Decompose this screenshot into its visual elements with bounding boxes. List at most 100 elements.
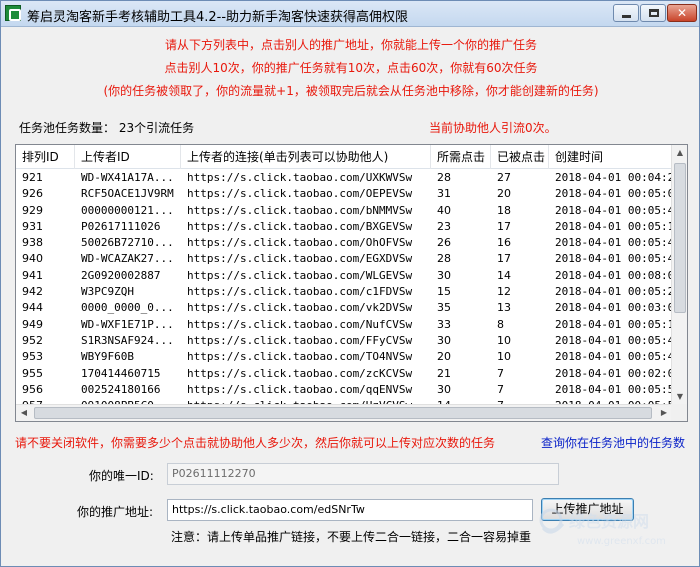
cell-uploader-link[interactable]: https://s.click.taobao.com/TO4NVSw bbox=[181, 349, 431, 365]
table-row[interactable]: 941 2G0920002887 https://s.click.taobao.co… bbox=[16, 268, 672, 284]
cell-clicked: 18 bbox=[497, 203, 511, 217]
scroll-down-icon[interactable]: ▼ bbox=[672, 389, 687, 405]
cell-required-clicks: 31 bbox=[437, 187, 451, 201]
cell-sort-id: 956 bbox=[22, 382, 43, 396]
cell-uploader-link[interactable]: https://s.click.taobao.com/bNMMVSw bbox=[181, 203, 431, 219]
cell-uploader-link[interactable]: https://s.click.taobao.com/BXGEVSw bbox=[181, 219, 431, 235]
cell-uploader-id: WD-WXF1E71P... bbox=[81, 317, 174, 331]
cell-uploader-link[interactable]: https://s.click.taobao.com/FFyCVSw bbox=[181, 333, 431, 349]
upload-url-button[interactable]: 上传推广地址 bbox=[541, 498, 634, 521]
table-row[interactable]: 956 002524180166 https://s.click.taobao.co… bbox=[16, 382, 672, 398]
title-bar[interactable]: 筹启灵淘客新手考核辅助工具4.2--助力新手淘客快速获得高佣权限 ✕ bbox=[1, 1, 699, 27]
cell-clicked: 17 bbox=[497, 252, 511, 266]
header-uploader-id[interactable]: 上传者ID bbox=[75, 145, 181, 169]
table-row[interactable]: 953 WBY9F60B https://s.click.taobao.com/TO… bbox=[16, 349, 672, 365]
cell-created-time: 2018-04-01 00:05:49 bbox=[555, 350, 672, 364]
cell-required-clicks: 23 bbox=[437, 219, 451, 233]
app-icon bbox=[5, 5, 21, 21]
notice-line-3: (你的任务被领取了，你的流量就+1，被领取完后就会从任务池中移除，你才能创建新的… bbox=[103, 84, 599, 98]
cell-uploader-link[interactable]: https://s.click.taobao.com/OhOFVSw bbox=[181, 235, 431, 251]
cell-uploader-id: 50026B72710... bbox=[81, 236, 174, 250]
table-header: 排列ID 上传者ID 上传者的连接(单击列表可以协助他人) 所需点击 已被点击 … bbox=[16, 145, 672, 169]
cell-required-clicks: 30 bbox=[437, 382, 451, 396]
cell-clicked: 7 bbox=[497, 366, 504, 380]
cell-required-clicks: 28 bbox=[437, 252, 451, 266]
horizontal-scrollbar[interactable]: ◀ ▶ bbox=[16, 404, 672, 421]
cell-clicked: 27 bbox=[497, 171, 511, 184]
cell-clicked: 7 bbox=[497, 382, 504, 396]
cell-uploader-link[interactable]: https://s.click.taobao.com/WLGEVSw bbox=[181, 268, 431, 284]
task-list-table[interactable]: 排列ID 上传者ID 上传者的连接(单击列表可以协助他人) 所需点击 已被点击 … bbox=[15, 144, 688, 422]
cell-uploader-id: S1R3NSAF924... bbox=[81, 333, 174, 347]
maximize-button[interactable] bbox=[640, 4, 666, 22]
table-row[interactable]: 929 00000000121... https://s.click.taobao.… bbox=[16, 203, 672, 219]
cell-sort-id: 942 bbox=[22, 285, 43, 299]
cell-created-time: 2018-04-01 00:03:09 bbox=[555, 301, 672, 315]
table-row[interactable]: 921 WD-WX41A17A... https://s.click.taobao.… bbox=[16, 170, 672, 186]
close-icon: ✕ bbox=[676, 6, 688, 20]
cell-required-clicks: 30 bbox=[437, 333, 451, 347]
cell-uploader-link[interactable]: https://s.click.taobao.com/c1FDVSw bbox=[181, 284, 431, 300]
cell-required-clicks: 30 bbox=[437, 268, 451, 282]
cell-uploader-link[interactable]: https://s.click.taobao.com/qqENVSw bbox=[181, 382, 431, 398]
header-uploader-link[interactable]: 上传者的连接(单击列表可以协助他人) bbox=[181, 145, 431, 169]
table-body: 921 WD-WX41A17A... https://s.click.taobao.… bbox=[16, 170, 672, 405]
notice-line-2: 点击别人10次，你的推广任务就有10次，点击60次，你就有60次任务 bbox=[164, 61, 538, 75]
close-button[interactable]: ✕ bbox=[667, 4, 697, 22]
scroll-left-icon[interactable]: ◀ bbox=[16, 405, 32, 421]
cell-created-time: 2018-04-01 00:05:50 bbox=[555, 382, 672, 396]
cell-uploader-id: 170414460715 bbox=[81, 366, 161, 380]
cell-created-time: 2018-04-01 00:02:03 bbox=[555, 366, 672, 380]
table-row[interactable]: 938 50026B72710... https://s.click.taobao.… bbox=[16, 235, 672, 251]
table-row[interactable]: 952 S1R3NSAF924... https://s.click.taobao.… bbox=[16, 333, 672, 349]
table-row[interactable]: 955 170414460715 https://s.click.taobao.co… bbox=[16, 366, 672, 382]
cell-created-time: 2018-04-01 00:05:45 bbox=[555, 252, 672, 266]
table-row[interactable]: 926 RCF5OACE1JV9RM https://s.click.taobao.… bbox=[16, 186, 672, 202]
pool-count-label: 任务池任务数量： 23个引流任务 bbox=[19, 121, 195, 135]
cell-sort-id: 940 bbox=[22, 252, 43, 266]
header-sort-id[interactable]: 排列ID bbox=[16, 145, 75, 169]
scroll-right-icon[interactable]: ▶ bbox=[656, 405, 672, 421]
cell-uploader-link[interactable]: https://s.click.taobao.com/OEPEVSw bbox=[181, 186, 431, 202]
cell-required-clicks: 40 bbox=[437, 203, 451, 217]
cell-clicked: 16 bbox=[497, 236, 511, 250]
cell-sort-id: 953 bbox=[22, 350, 43, 364]
scroll-up-icon[interactable]: ▲ bbox=[672, 145, 687, 161]
cell-created-time: 2018-04-01 00:04:24 bbox=[555, 171, 672, 184]
header-required-clicks[interactable]: 所需点击 bbox=[431, 145, 491, 169]
horizontal-scroll-thumb[interactable] bbox=[34, 407, 652, 419]
query-tasks-link[interactable]: 查询你在任务池中的任务数 bbox=[541, 434, 685, 451]
cell-sort-id: 941 bbox=[22, 268, 43, 282]
cell-clicked: 10 bbox=[497, 350, 511, 364]
table-row[interactable]: 944 0000_0000_0... https://s.click.taobao.… bbox=[16, 300, 672, 316]
promo-url-label: 你的推广地址: bbox=[77, 505, 154, 519]
cell-uploader-link[interactable]: https://s.click.taobao.com/zcKCVSw bbox=[181, 366, 431, 382]
cell-uploader-link[interactable]: https://s.click.taobao.com/EGXDVSw bbox=[181, 251, 431, 267]
cell-uploader-link[interactable]: https://s.click.taobao.com/NufCVSw bbox=[181, 317, 431, 333]
vertical-scrollbar[interactable]: ▲ ▼ bbox=[671, 145, 687, 405]
notice-line-1: 请从下方列表中，点击别人的推广地址，你就能上传一个你的推广任务 bbox=[164, 38, 537, 52]
header-clicked[interactable]: 已被点击 bbox=[491, 145, 549, 169]
cell-uploader-link[interactable]: https://s.click.taobao.com/UXKWVSw bbox=[181, 170, 431, 186]
table-row[interactable]: 949 WD-WXF1E71P... https://s.click.taobao.… bbox=[16, 317, 672, 333]
unique-id-field: P02611112270 bbox=[167, 463, 559, 485]
table-row[interactable]: 942 W3PC9ZQH https://s.click.taobao.com/c1… bbox=[16, 284, 672, 300]
cell-uploader-id: 002524180166 bbox=[81, 382, 161, 396]
header-created-time[interactable]: 创建时间 bbox=[549, 145, 672, 169]
warning-text: 请不要关闭软件，你需要多少个点击就协助他人多少次，然后你就可以上传对应次数的任务 bbox=[15, 436, 496, 450]
cell-uploader-id: RCF5OACE1JV9RM bbox=[81, 187, 174, 201]
table-row[interactable]: 940 WD-WCAZAK27... https://s.click.taobao.… bbox=[16, 251, 672, 267]
cell-sort-id: 949 bbox=[22, 317, 43, 331]
vertical-scroll-thumb[interactable] bbox=[674, 163, 686, 313]
scroll-corner bbox=[671, 404, 687, 421]
help-status-label: 当前协助他人引流0次。 bbox=[429, 121, 557, 135]
minimize-button[interactable] bbox=[613, 4, 639, 22]
cell-sort-id: 929 bbox=[22, 203, 43, 217]
cell-sort-id: 921 bbox=[22, 171, 43, 184]
cell-uploader-id: 2G0920002887 bbox=[81, 268, 161, 282]
svg-text:www.greenxf.com: www.greenxf.com bbox=[577, 536, 666, 547]
table-row[interactable]: 931 P02617111026 https://s.click.taobao.co… bbox=[16, 219, 672, 235]
promo-url-input[interactable]: https://s.click.taobao.com/edSNrTw bbox=[167, 499, 533, 521]
cell-created-time: 2018-04-01 00:05:15 bbox=[555, 219, 672, 233]
cell-uploader-link[interactable]: https://s.click.taobao.com/vk2DVSw bbox=[181, 300, 431, 316]
